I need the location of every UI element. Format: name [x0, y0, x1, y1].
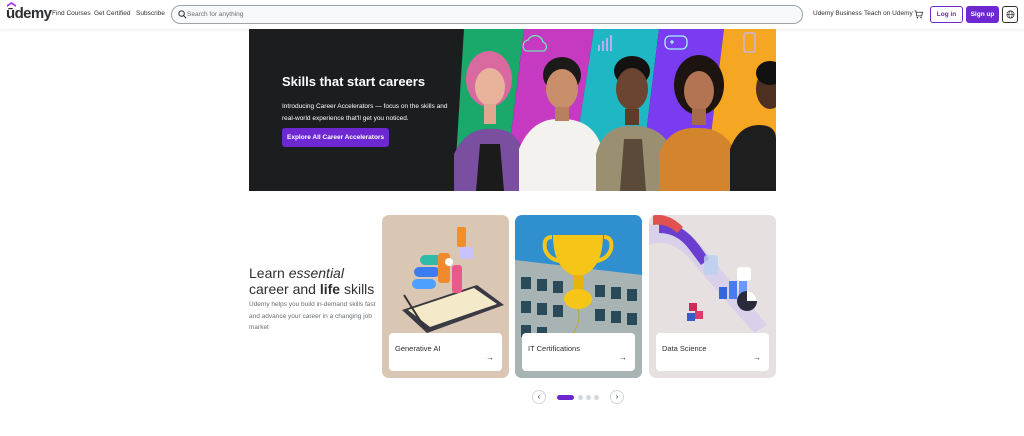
hero-people-image — [454, 29, 776, 191]
card-title: Generative AI — [395, 344, 441, 353]
search-input[interactable] — [187, 7, 787, 22]
globe-icon — [1006, 10, 1014, 19]
nav-get-certified[interactable]: Get Certified — [94, 10, 131, 17]
search-bar[interactable] — [171, 5, 803, 24]
card-label[interactable]: Generative AI → — [389, 333, 502, 371]
arrow-right-icon: → — [486, 353, 494, 362]
card-label[interactable]: Data Science → — [656, 333, 769, 371]
hero-title: Skills that start careers — [282, 74, 426, 89]
card-title: IT Certifications — [528, 344, 580, 353]
udemy-logo[interactable]: ūdemy — [6, 2, 52, 22]
nav-teach-on-udemy[interactable]: Teach on Udemy — [864, 10, 913, 17]
card-data-science[interactable]: Data Science → — [649, 215, 776, 378]
carousel-dot[interactable] — [557, 395, 574, 400]
cart-icon[interactable] — [914, 10, 923, 19]
nav-find-courses[interactable]: Find Courses — [52, 10, 91, 17]
carousel-prev-button[interactable]: ‹ — [532, 390, 546, 404]
carousel-dot[interactable] — [578, 395, 583, 400]
arrow-right-icon: → — [619, 353, 627, 362]
arrow-right-icon: → — [753, 353, 761, 362]
search-icon — [178, 10, 187, 19]
signup-button[interactable]: Sign up — [966, 6, 999, 23]
card-generative-ai[interactable]: Generative AI → — [382, 215, 509, 378]
card-it-certifications[interactable]: IT Certifications → — [515, 215, 642, 378]
carousel-dot[interactable] — [594, 395, 599, 400]
learn-section-description: Udemy helps you build in-demand skills f… — [249, 301, 376, 331]
nav-udemy-business[interactable]: Udemy Business — [813, 10, 862, 17]
carousel-next-button[interactable]: › — [610, 390, 624, 404]
explore-career-accelerators-button[interactable]: Explore All Career Accelerators — [282, 128, 390, 147]
language-button[interactable] — [1002, 6, 1018, 23]
logo-text: ūdemy — [6, 5, 52, 22]
card-label[interactable]: IT Certifications → — [522, 333, 635, 371]
hero-banner: Skills that start careers Introducing Ca… — [249, 29, 776, 191]
learn-section-title: Learn essential career and life skills — [249, 265, 375, 297]
login-button[interactable]: Log in — [930, 6, 963, 23]
card-title: Data Science — [662, 344, 707, 353]
hero-description: Introducing Career Accelerators — focus … — [282, 103, 448, 122]
top-nav-bar: ūdemy Find Courses Get Certified Subscri… — [0, 0, 1024, 29]
carousel-dot[interactable] — [586, 395, 591, 400]
nav-subscribe[interactable]: Subscribe — [136, 10, 165, 17]
